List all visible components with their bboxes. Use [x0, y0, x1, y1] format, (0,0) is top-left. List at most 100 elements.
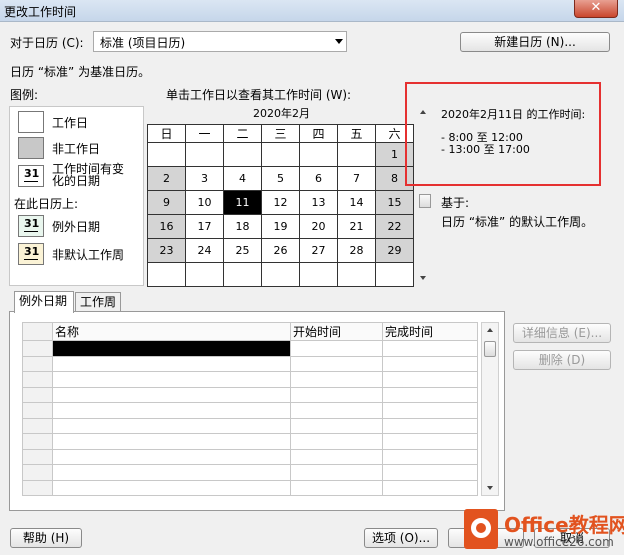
calendar-day[interactable]: 28 [337, 238, 376, 263]
delete-button[interactable]: 删除 (D) [513, 350, 611, 370]
grid-cell[interactable] [290, 371, 383, 388]
grid-cell[interactable] [290, 355, 383, 372]
calendar-day[interactable]: 26 [261, 238, 300, 263]
help-button[interactable]: 帮助 (H) [10, 528, 82, 548]
calendar-select[interactable]: 标准 (项目日历) [93, 31, 347, 52]
calendar-day[interactable]: 23 [147, 238, 186, 263]
grid-cell[interactable] [52, 386, 291, 403]
grid-cell[interactable] [382, 464, 478, 481]
row-header[interactable] [22, 479, 53, 496]
column-header-finish[interactable]: 完成时间 [382, 322, 478, 341]
grid-cell[interactable] [290, 448, 383, 465]
calendar-instruction: 单击工作日以查看其工作时间 (W): [166, 88, 352, 102]
scroll-down-icon[interactable] [420, 276, 426, 280]
table-row[interactable] [22, 340, 478, 357]
row-header[interactable] [22, 371, 53, 388]
grid-cell[interactable] [382, 433, 478, 450]
grid-cell[interactable] [382, 340, 478, 357]
new-calendar-button[interactable]: 新建日历 (N)... [460, 32, 610, 52]
tab-work-weeks[interactable]: 工作周 [75, 292, 121, 312]
calendar-day[interactable]: 25 [223, 238, 262, 263]
chevron-down-icon[interactable] [335, 39, 343, 44]
calendar-day[interactable]: 3 [185, 166, 224, 191]
legend-on-this-calendar: 在此日历上: [14, 197, 79, 211]
calendar-day[interactable]: 6 [299, 166, 338, 191]
row-header[interactable] [22, 464, 53, 481]
column-header-start[interactable]: 开始时间 [290, 322, 383, 341]
calendar-day[interactable]: 15 [375, 190, 414, 215]
row-header[interactable] [22, 417, 53, 434]
row-header[interactable] [22, 402, 53, 419]
legend-nonworking-label: 非工作日 [52, 142, 101, 156]
grid-cell[interactable] [290, 402, 383, 419]
grid-cell[interactable] [382, 448, 478, 465]
calendar-day[interactable]: 5 [261, 166, 300, 191]
grid-cell[interactable] [52, 479, 291, 496]
table-row[interactable] [22, 355, 478, 372]
grid-cell[interactable] [290, 479, 383, 496]
details-button[interactable]: 详细信息 (E)... [513, 323, 611, 343]
grid-cell[interactable] [290, 417, 383, 434]
grid-cell[interactable] [382, 386, 478, 403]
calendar-day[interactable]: 13 [299, 190, 338, 215]
calendar-day[interactable]: 2 [147, 166, 186, 191]
column-header-name[interactable]: 名称 [52, 322, 291, 341]
calendar-day[interactable]: 21 [337, 214, 376, 239]
table-row[interactable] [22, 433, 478, 450]
calendar-day[interactable]: 7 [337, 166, 376, 191]
calendar-day[interactable]: 29 [375, 238, 414, 263]
tab-exceptions[interactable]: 例外日期 [14, 291, 74, 313]
calendar-day[interactable]: 27 [299, 238, 338, 263]
grid-cell[interactable] [52, 417, 291, 434]
calendar-day[interactable]: 12 [261, 190, 300, 215]
grid-cell[interactable] [52, 448, 291, 465]
weekday-header: 一 [185, 124, 224, 143]
calendar-day[interactable]: 22 [375, 214, 414, 239]
row-header[interactable] [22, 433, 53, 450]
grid-cell[interactable] [52, 433, 291, 450]
grid-cell[interactable] [52, 355, 291, 372]
table-row[interactable] [22, 386, 478, 403]
grid-cell[interactable] [290, 433, 383, 450]
calendar-day[interactable]: 10 [185, 190, 224, 215]
row-header[interactable] [22, 340, 53, 357]
close-button[interactable]: ✕ [574, 0, 618, 18]
table-row[interactable] [22, 464, 478, 481]
scroll-down-icon[interactable] [487, 486, 493, 490]
grid-scrollbar[interactable] [481, 322, 499, 496]
options-button[interactable]: 选项 (O)... [364, 528, 438, 548]
grid-cell[interactable] [290, 464, 383, 481]
row-header[interactable] [22, 448, 53, 465]
calendar-day[interactable]: 18 [223, 214, 262, 239]
calendar-day[interactable]: 17 [185, 214, 224, 239]
table-row[interactable] [22, 417, 478, 434]
table-row[interactable] [22, 402, 478, 419]
calendar-empty-cell [185, 142, 224, 167]
scroll-thumb[interactable] [484, 341, 496, 357]
grid-cell[interactable] [52, 464, 291, 481]
table-row[interactable] [22, 371, 478, 388]
grid-cell[interactable] [382, 355, 478, 372]
calendar-day[interactable]: 14 [337, 190, 376, 215]
grid-cell[interactable] [382, 371, 478, 388]
grid-cell[interactable] [382, 417, 478, 434]
grid-cell[interactable] [52, 340, 291, 357]
calendar-day[interactable]: 19 [261, 214, 300, 239]
calendar-day[interactable]: 20 [299, 214, 338, 239]
calendar-day[interactable]: 9 [147, 190, 186, 215]
grid-cell[interactable] [52, 371, 291, 388]
row-header[interactable] [22, 386, 53, 403]
grid-cell[interactable] [382, 479, 478, 496]
grid-cell[interactable] [382, 402, 478, 419]
grid-cell[interactable] [290, 386, 383, 403]
row-header[interactable] [22, 355, 53, 372]
scroll-up-icon[interactable] [487, 328, 493, 332]
table-row[interactable] [22, 479, 478, 496]
grid-cell[interactable] [290, 340, 383, 357]
calendar-day[interactable]: 11 [223, 190, 262, 215]
calendar-day[interactable]: 16 [147, 214, 186, 239]
calendar-day[interactable]: 24 [185, 238, 224, 263]
grid-cell[interactable] [52, 402, 291, 419]
table-row[interactable] [22, 448, 478, 465]
calendar-day[interactable]: 4 [223, 166, 262, 191]
